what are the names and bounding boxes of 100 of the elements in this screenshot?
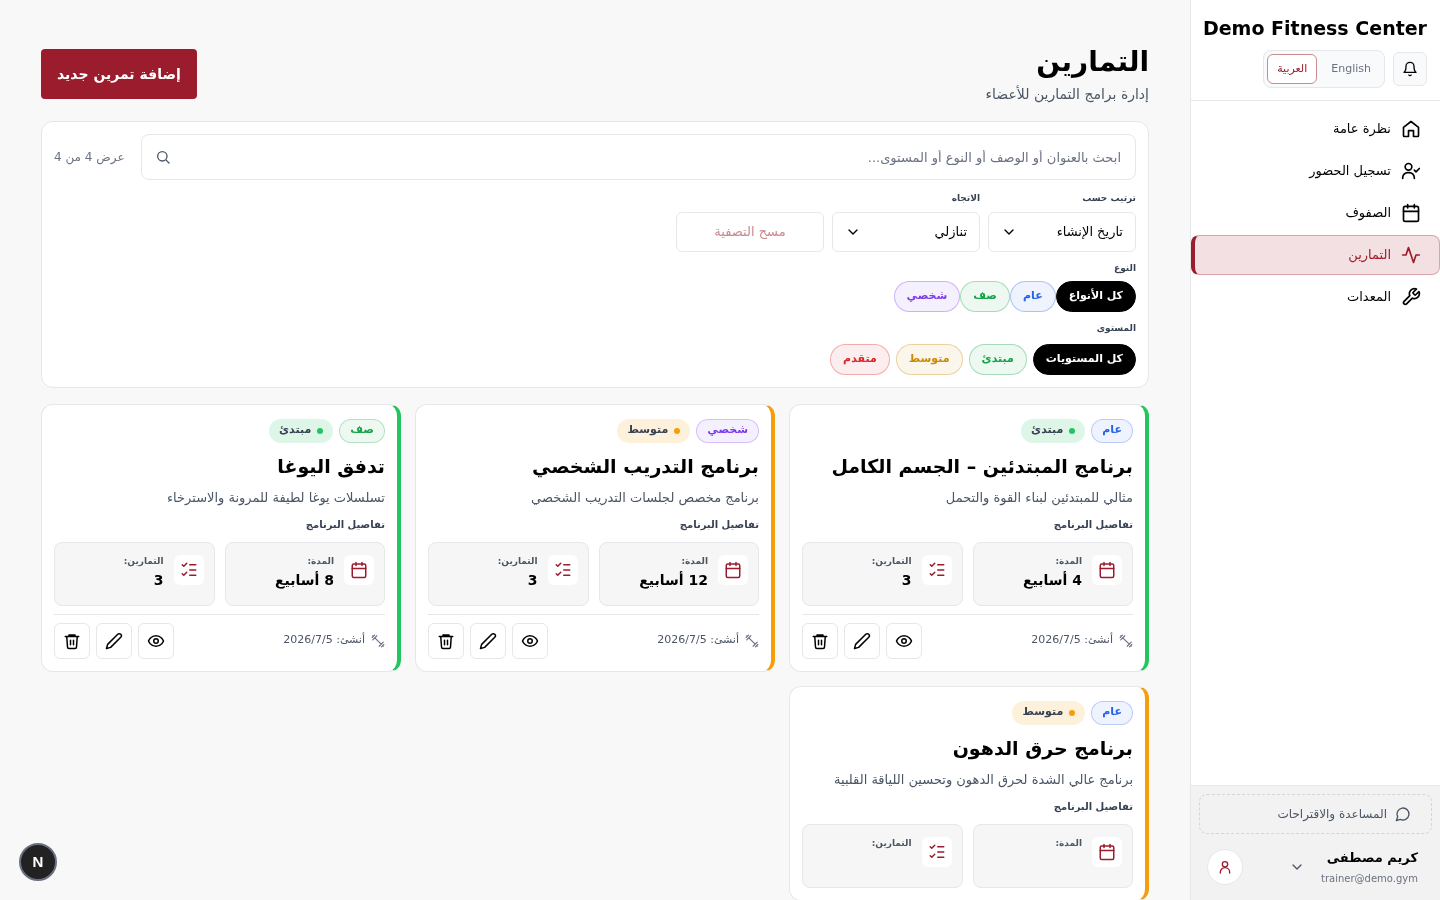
language-option[interactable]: English xyxy=(1321,54,1381,84)
stat-value: 4 أسابيع xyxy=(1023,570,1082,591)
calendar-icon xyxy=(1098,842,1116,861)
filter-chip[interactable]: متقدم xyxy=(830,343,890,375)
edit-button[interactable] xyxy=(470,622,506,659)
program-title: برنامج المبتدئين – الجسم الكامل xyxy=(830,453,1133,479)
notifications-button[interactable] xyxy=(1393,52,1427,86)
calendar-icon xyxy=(1098,560,1116,579)
filter-label: النوع xyxy=(1113,261,1136,275)
home-icon xyxy=(1401,119,1421,139)
edit-button[interactable] xyxy=(844,622,880,659)
stat-value: 3 xyxy=(900,571,912,590)
level-tag: مبتدئ xyxy=(269,418,334,443)
view-button[interactable] xyxy=(886,622,922,659)
pencil-icon xyxy=(853,631,871,650)
created-date: أنشئ: 2026/7/5 xyxy=(657,632,739,649)
trash-icon xyxy=(437,631,455,650)
created-date: أنشئ: 2026/7/5 xyxy=(1031,632,1113,649)
dumbbell-icon xyxy=(371,633,385,648)
stat-value: 12 أسابيع xyxy=(639,570,708,591)
program-description: برنامج مخصص لجلسات التدريب الشخصي xyxy=(530,488,759,508)
type-tag: صف xyxy=(339,418,385,443)
pencil-icon xyxy=(479,631,497,650)
checklist-icon xyxy=(927,842,946,861)
dumbbell-icon xyxy=(745,633,759,648)
calendar-icon xyxy=(724,560,742,579)
nav-item[interactable]: المعدات xyxy=(1191,277,1440,317)
field-label: ترتيب حسب xyxy=(1081,192,1136,205)
program-title: تدفق اليوغا xyxy=(276,453,385,479)
page-subtitle: إدارة برامج التمارين للأعضاء xyxy=(985,84,1149,105)
result-count: عرض 4 من 4 xyxy=(54,149,126,166)
section-label: تفاصيل البرنامج xyxy=(678,517,759,532)
language-option[interactable]: العربية xyxy=(1267,54,1318,84)
stat-label: المدة: xyxy=(1054,554,1082,568)
stat-value: 8 أسابيع xyxy=(275,570,334,591)
stat-label: المدة: xyxy=(680,554,708,568)
stat-label: التمارين: xyxy=(871,554,912,568)
brand-title: Demo Fitness Center xyxy=(1204,16,1427,41)
user-name: كريم مصطفى xyxy=(1325,848,1418,867)
section-label: تفاصيل البرنامج xyxy=(1052,517,1133,532)
delete-button[interactable] xyxy=(802,622,838,659)
stat-label: التمارين: xyxy=(497,554,538,568)
dropdown[interactable]: تنازلي xyxy=(832,211,980,252)
stat-label: التمارين: xyxy=(871,836,912,850)
nav-item[interactable]: التمارين xyxy=(1191,235,1440,275)
calendar-icon xyxy=(1401,203,1421,223)
program-title: برنامج التدريب الشخصي xyxy=(530,453,759,479)
filter-chip[interactable]: كل الأنواع xyxy=(1055,281,1136,312)
dropdown[interactable]: تاريخ الإنشاء xyxy=(988,211,1136,252)
program-description: تسلسلات يوغا لطيفة للمرونة والاسترخاء xyxy=(165,488,385,508)
filter-chip[interactable]: شخصي xyxy=(893,281,961,312)
user-icon xyxy=(1217,858,1233,875)
filter-label: المستوى xyxy=(1095,322,1136,335)
pencil-icon xyxy=(105,631,123,650)
edit-button[interactable] xyxy=(96,622,132,659)
program-description: برنامج عالي الشدة لحرق الدهون وتحسين اللياقة القلبية xyxy=(833,770,1133,790)
avatar[interactable] xyxy=(1207,848,1243,885)
stat-label: التمارين: xyxy=(123,554,164,568)
nav-item[interactable]: تسجيل الحضور xyxy=(1191,151,1440,191)
created-date: أنشئ: 2026/7/5 xyxy=(283,632,365,649)
program-description: مثالي للمبتدئين لبناء القوة والتحمل xyxy=(944,488,1133,508)
stat-label: المدة: xyxy=(1055,836,1082,850)
nav-item[interactable]: نظرة عامة xyxy=(1191,109,1440,149)
add-button[interactable]: إضافة تمرين جديد xyxy=(41,49,197,99)
section-label: تفاصيل البرنامج xyxy=(304,517,385,532)
view-button[interactable] xyxy=(512,622,548,659)
view-button[interactable] xyxy=(138,622,174,659)
checklist-icon xyxy=(927,560,946,579)
dev-badge[interactable]: N xyxy=(19,843,57,881)
chat-icon xyxy=(1395,805,1411,822)
program-title: برنامج حرق الدهون xyxy=(951,735,1133,761)
type-tag: عام xyxy=(1091,700,1133,725)
user-check-icon xyxy=(1401,161,1421,181)
type-tag: شخصي xyxy=(696,418,759,443)
filter-chip[interactable]: كل المستويات xyxy=(1032,343,1136,375)
level-tag: مبتدئ xyxy=(1021,418,1086,443)
page-title: التمارين xyxy=(1035,44,1149,80)
bell-icon xyxy=(1402,61,1418,77)
checklist-icon xyxy=(553,560,572,579)
search-icon xyxy=(154,149,171,165)
filter-chip[interactable]: عام xyxy=(1009,281,1056,312)
stat-value: 3 xyxy=(526,571,538,590)
level-tag: متوسط xyxy=(617,418,691,443)
field-label: الاتجاه xyxy=(950,192,980,205)
help-link[interactable]: المساعدة والاقتراحات xyxy=(1199,793,1432,834)
checklist-icon xyxy=(179,560,198,579)
delete-button[interactable] xyxy=(54,622,90,659)
type-tag: عام xyxy=(1091,418,1133,443)
section-label: تفاصيل البرنامج xyxy=(1052,799,1133,814)
delete-button[interactable] xyxy=(428,622,464,659)
nav-item[interactable]: الصفوف xyxy=(1191,193,1440,233)
stat-value: 3 xyxy=(152,571,164,590)
pulse-icon xyxy=(1401,245,1421,265)
trash-icon xyxy=(63,631,81,650)
wrench-icon xyxy=(1401,287,1421,307)
user-email: trainer@demo.gym xyxy=(1321,872,1418,886)
stat-label: المدة: xyxy=(306,554,334,568)
trash-icon xyxy=(811,631,829,650)
calendar-icon xyxy=(350,560,368,579)
level-tag: متوسط xyxy=(1012,700,1086,725)
